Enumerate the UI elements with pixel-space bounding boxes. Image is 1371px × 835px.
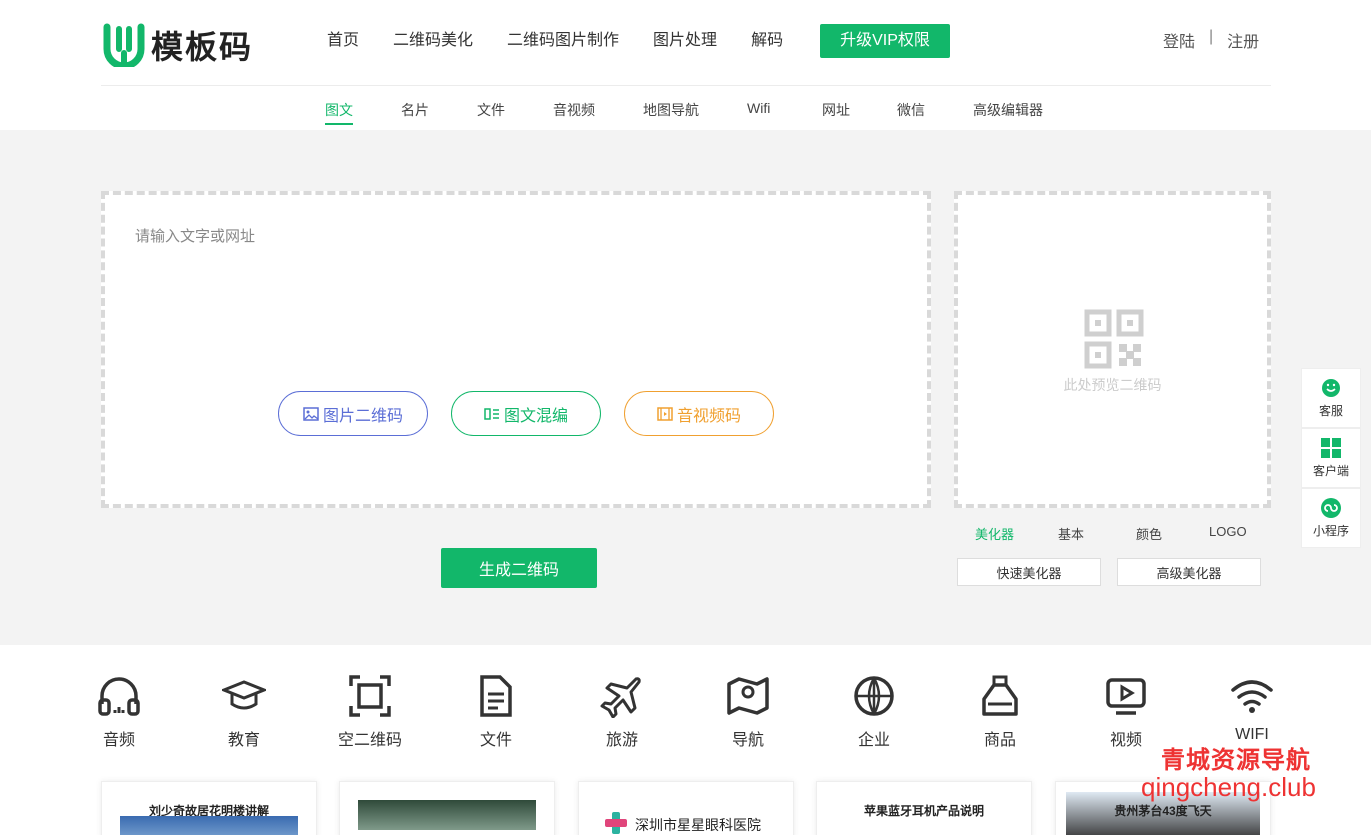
tab-color[interactable]: 颜色 bbox=[1136, 524, 1162, 543]
tab-url[interactable]: 网址 bbox=[822, 100, 850, 120]
category-video[interactable]: 视频 bbox=[1086, 674, 1166, 750]
scan-frame-icon bbox=[349, 675, 391, 717]
category-label: 导航 bbox=[731, 732, 764, 749]
tab-advanced-editor[interactable]: 高级编辑器 bbox=[973, 100, 1043, 120]
category-label: 商品 bbox=[983, 732, 1016, 749]
login-link[interactable]: 登陆 bbox=[1163, 28, 1195, 52]
mini-program-button[interactable]: 小程序 bbox=[1301, 488, 1361, 548]
category-label: 企业 bbox=[857, 732, 890, 749]
tab-text[interactable]: 图文 bbox=[325, 100, 353, 125]
globe-icon bbox=[854, 676, 894, 716]
wifi-icon bbox=[1231, 680, 1273, 713]
logo[interactable]: 模板码 bbox=[103, 22, 253, 68]
document-icon bbox=[480, 675, 512, 717]
main-nav: 首页 二维码美化 二维码图片制作 图片处理 解码 升级VIP权限 bbox=[310, 24, 950, 58]
template-card[interactable]: 苹果蓝牙耳机产品说明 bbox=[816, 781, 1032, 835]
template-card[interactable]: 深圳市星星眼科医院 bbox=[578, 781, 794, 835]
bottle-icon bbox=[982, 675, 1018, 716]
card-image bbox=[358, 800, 536, 830]
windows-icon bbox=[1321, 438, 1341, 458]
headphones-icon bbox=[98, 677, 140, 716]
airplane-icon bbox=[600, 677, 641, 718]
nav-home[interactable]: 首页 bbox=[327, 25, 359, 57]
tab-wifi[interactable]: Wifi bbox=[747, 100, 770, 116]
category-travel[interactable]: 旅游 bbox=[582, 674, 662, 750]
qr-type-tabs: 图文 名片 文件 音视频 地图导航 Wifi 网址 微信 高级编辑器 bbox=[0, 86, 1371, 130]
category-product[interactable]: 商品 bbox=[960, 674, 1040, 750]
category-label: 文件 bbox=[479, 732, 512, 749]
tab-file[interactable]: 文件 bbox=[477, 100, 505, 120]
header: 模板码 首页 二维码美化 二维码图片制作 图片处理 解码 升级VIP权限 登陆 … bbox=[0, 0, 1371, 86]
side-toolbar: 客服 客户端 小程序 bbox=[1301, 368, 1361, 548]
logo-text: 模板码 bbox=[151, 28, 254, 66]
client-download-button[interactable]: 客户端 bbox=[1301, 428, 1361, 488]
category-enterprise[interactable]: 企业 bbox=[834, 674, 914, 750]
card-title: 贵州茅台43度飞天 bbox=[1114, 804, 1212, 818]
graduation-cap-icon bbox=[222, 680, 266, 710]
card-title: 深圳市星星眼科医院 bbox=[635, 817, 761, 833]
text-input-area[interactable]: 请输入文字或网址 图片二维码 图文混编 音视频码 bbox=[101, 191, 931, 508]
mixed-edit-label: 图文混编 bbox=[503, 407, 568, 425]
vip-upgrade-button[interactable]: 升级VIP权限 bbox=[820, 24, 950, 58]
customer-service-label: 客服 bbox=[1318, 404, 1343, 418]
category-wifi[interactable]: WIFI bbox=[1212, 674, 1292, 744]
auth-separator: | bbox=[1209, 28, 1214, 45]
advanced-beautify-button[interactable]: 高级美化器 bbox=[1117, 558, 1261, 586]
layout-icon bbox=[484, 407, 499, 420]
template-card[interactable]: 刘少奇故居花明楼讲解 bbox=[101, 781, 317, 835]
category-label: 旅游 bbox=[605, 732, 638, 749]
card-image bbox=[120, 816, 298, 835]
nav-qr-beautify[interactable]: 二维码美化 bbox=[393, 25, 473, 57]
watermark-title: 青城资源导航 bbox=[1161, 747, 1311, 774]
logo-icon bbox=[103, 23, 145, 67]
av-code-label: 音视频码 bbox=[676, 407, 741, 425]
quick-beautify-button[interactable]: 快速美化器 bbox=[957, 558, 1101, 586]
mixed-edit-button[interactable]: 图文混编 bbox=[451, 391, 601, 436]
card-title: 苹果蓝牙耳机产品说明 bbox=[863, 804, 984, 818]
qr-placeholder-icon bbox=[1084, 309, 1144, 369]
category-label: 音频 bbox=[102, 732, 135, 749]
image-qr-button[interactable]: 图片二维码 bbox=[278, 391, 428, 436]
medical-cross-icon bbox=[605, 812, 627, 834]
tab-beautifier[interactable]: 美化器 bbox=[975, 524, 1014, 543]
watermark-url: qingcheng.club bbox=[1141, 772, 1316, 802]
tab-basic[interactable]: 基本 bbox=[1058, 524, 1084, 543]
tab-wechat[interactable]: 微信 bbox=[897, 100, 925, 120]
nav-decode[interactable]: 解码 bbox=[751, 25, 783, 57]
category-empty-qr[interactable]: 空二维码 bbox=[330, 674, 410, 750]
tab-av[interactable]: 音视频 bbox=[553, 100, 595, 120]
nav-qr-image[interactable]: 二维码图片制作 bbox=[507, 25, 619, 57]
qr-preview: 此处预览二维码 bbox=[954, 191, 1271, 508]
client-label: 客户端 bbox=[1312, 464, 1349, 478]
image-icon bbox=[303, 406, 319, 421]
tab-logo[interactable]: LOGO bbox=[1209, 524, 1247, 539]
category-navigation[interactable]: 导航 bbox=[708, 674, 788, 750]
mini-program-icon bbox=[1321, 498, 1341, 518]
tab-card[interactable]: 名片 bbox=[401, 100, 429, 120]
text-input-placeholder: 请输入文字或网址 bbox=[135, 228, 256, 245]
category-label: 视频 bbox=[1109, 732, 1142, 749]
tab-map[interactable]: 地图导航 bbox=[643, 100, 699, 120]
headset-smile-icon bbox=[1322, 379, 1340, 397]
film-icon bbox=[657, 406, 673, 421]
register-link[interactable]: 注册 bbox=[1227, 28, 1259, 52]
map-pin-icon bbox=[727, 677, 769, 715]
generate-qr-button[interactable]: 生成二维码 bbox=[441, 548, 597, 588]
preview-placeholder-text: 此处预览二维码 bbox=[1063, 377, 1162, 393]
category-file[interactable]: 文件 bbox=[456, 674, 536, 750]
av-code-button[interactable]: 音视频码 bbox=[624, 391, 774, 436]
category-audio[interactable]: 音频 bbox=[79, 674, 159, 750]
category-label: 空二维码 bbox=[337, 732, 402, 749]
category-label: 教育 bbox=[227, 732, 260, 749]
auth-links: 登陆 | 注册 bbox=[1163, 28, 1259, 52]
video-play-icon bbox=[1106, 678, 1146, 715]
customer-service-button[interactable]: 客服 bbox=[1301, 368, 1361, 428]
mini-program-label: 小程序 bbox=[1312, 524, 1349, 538]
template-card[interactable] bbox=[339, 781, 555, 835]
nav-image-process[interactable]: 图片处理 bbox=[653, 25, 717, 57]
image-qr-label: 图片二维码 bbox=[322, 407, 403, 425]
category-education[interactable]: 教育 bbox=[204, 674, 284, 750]
